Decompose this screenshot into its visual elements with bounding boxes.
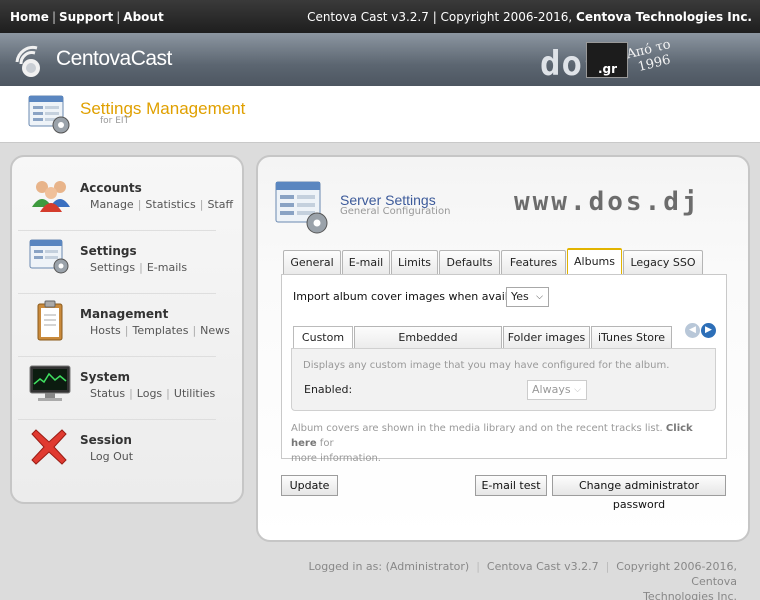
album-info-text: Album covers are shown in the media libr… (291, 421, 721, 466)
about-link[interactable]: About (123, 10, 163, 24)
centova-logo-icon[interactable] (10, 40, 52, 82)
top-bar: Home | Support | About Centova Cast v3.2.7 |… (0, 0, 760, 33)
sidebar-link-staff[interactable]: Staff (207, 198, 233, 211)
watermark-text: www.dos.dj (514, 187, 701, 217)
sidebar-link-emails[interactable]: E-mails (147, 261, 187, 274)
settings-window-icon (28, 95, 70, 134)
sidebar-title-session: Session (80, 433, 132, 447)
sidebar-title-settings: Settings (80, 244, 137, 258)
email-test-button[interactable]: E-mail test (475, 475, 547, 496)
copyright-company: Centova Technologies Inc. (576, 10, 752, 24)
sidebar-group-system: System Status | Logs | Utilities (18, 370, 228, 430)
sidebar-divider (18, 419, 216, 420)
sidebar-link-utilities[interactable]: Utilities (174, 387, 215, 400)
subtab-custom[interactable]: Custom (293, 326, 353, 348)
subtab-itunes-store[interactable]: iTunes Store (591, 326, 672, 348)
chevron-down-icon: ⌵ (574, 385, 581, 395)
sidebar-links-accounts: Manage | Statistics | Staff (90, 198, 233, 211)
subtab-folder-images[interactable]: Folder images (503, 326, 590, 348)
enabled-value: Always (532, 383, 571, 396)
tab-albums[interactable]: Albums (567, 248, 622, 274)
separator: | (199, 198, 204, 211)
page-subtitle: for EIT (100, 116, 130, 126)
subtab-embedded[interactable]: Embedded (ID3/metadata) (354, 326, 502, 366)
partner-logo-tld: .gr (598, 62, 618, 76)
sidebar-link-hosts[interactable]: Hosts (90, 324, 121, 337)
sidebar-title-management: Management (80, 307, 169, 321)
info-line2: more information. (291, 453, 381, 464)
separator: | (476, 560, 480, 573)
brand-name: CentovaCast (56, 47, 172, 70)
info-suffix: for (316, 438, 334, 449)
enabled-label: Enabled: (304, 383, 353, 396)
footer-version: Centova Cast v3.2.7 (486, 560, 599, 573)
custom-subtab-panel (291, 348, 716, 411)
footer-logged-in: Logged in as: (Administrator) (308, 560, 470, 573)
panel-subtitle: General Configuration (340, 206, 451, 217)
footer-copyright-line2: Technologies Inc. (643, 590, 737, 600)
separator: | (116, 10, 121, 24)
sidebar-group-management: Management Hosts | Templates | News (18, 307, 230, 367)
sidebar-title-accounts: Accounts (80, 181, 142, 195)
footer-copyright: Copyright 2006-2016, Centova (616, 560, 737, 588)
enabled-select[interactable]: Always ⌵ (527, 380, 587, 400)
tab-legacy-sso[interactable]: Legacy SSO (623, 250, 703, 274)
custom-description: Displays any custom image that you may h… (303, 360, 670, 371)
sidebar-divider (18, 356, 216, 357)
sidebar-divider (18, 230, 216, 231)
scroll-left-icon[interactable]: ◀ (685, 323, 700, 338)
change-password-button[interactable]: Change administrator password (552, 475, 726, 511)
separator: | (137, 198, 142, 211)
tab-defaults[interactable]: Defaults (439, 250, 500, 274)
sidebar-links-management: Hosts | Templates | News (90, 324, 230, 337)
sidebar-links-system: Status | Logs | Utilities (90, 387, 215, 400)
tab-general[interactable]: General (283, 250, 341, 274)
scroll-right-icon[interactable]: ▶ (701, 323, 716, 338)
separator: | (129, 387, 133, 400)
sidebar-links-session: Log Out (90, 450, 133, 463)
server-settings-icon (275, 181, 328, 234)
top-nav: Home | Support | About (10, 10, 164, 24)
sidebar-link-status[interactable]: Status (90, 387, 125, 400)
import-covers-select[interactable]: Yes ⌵ (506, 287, 549, 307)
sidebar-link-statistics[interactable]: Statistics (145, 198, 195, 211)
chevron-down-icon: ⌵ (536, 292, 543, 302)
support-link[interactable]: Support (59, 10, 113, 24)
sidebar-link-manage[interactable]: Manage (90, 198, 134, 211)
separator: | (124, 324, 129, 337)
sidebar-link-settings[interactable]: Settings (90, 261, 135, 274)
sidebar-link-news[interactable]: News (200, 324, 230, 337)
sidebar-links-settings: Settings | E-mails (90, 261, 187, 274)
sidebar-link-logs[interactable]: Logs (137, 387, 162, 400)
import-covers-value: Yes (511, 290, 529, 303)
top-copyright: Centova Cast v3.2.7 | Copyright 2006-201… (307, 10, 752, 24)
separator: | (139, 261, 143, 274)
info-text: Album covers are shown in the media libr… (291, 423, 666, 434)
separator: | (605, 560, 610, 573)
sidebar-divider (18, 293, 216, 294)
copyright-text: Centova Cast v3.2.7 | Copyright 2006-201… (307, 10, 577, 24)
tab-email[interactable]: E-mail (342, 250, 390, 274)
sidebar-link-templates[interactable]: Templates (133, 324, 189, 337)
sidebar-title-system: System (80, 370, 130, 384)
sidebar-link-logout[interactable]: Log Out (90, 450, 133, 463)
separator: | (166, 387, 170, 400)
sidebar-group-accounts: Accounts Manage | Statistics | Staff (18, 181, 233, 241)
import-covers-label: Import album cover images when available… (293, 290, 536, 303)
separator: | (192, 324, 197, 337)
tab-features[interactable]: Features (501, 250, 566, 274)
sidebar-group-settings: Settings Settings | E-mails (18, 244, 228, 304)
footer: Logged in as: (Administrator) | Centova Ca… (300, 559, 737, 600)
separator: | (51, 10, 56, 24)
sidebar-group-session: Session Log Out (18, 433, 228, 493)
home-link[interactable]: Home (10, 10, 49, 24)
tab-limits[interactable]: Limits (391, 250, 438, 274)
update-button[interactable]: Update (281, 475, 338, 496)
